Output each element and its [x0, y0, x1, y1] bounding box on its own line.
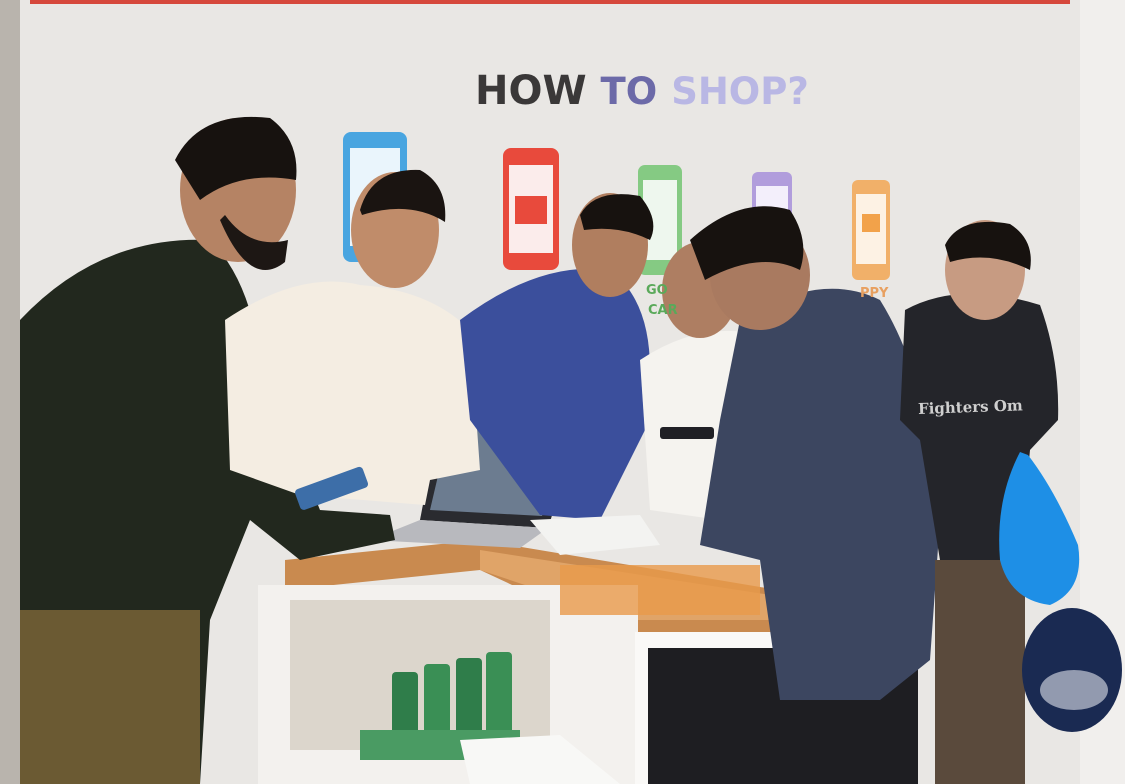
red-phone-box-icon — [503, 148, 559, 270]
orange-brochure — [560, 565, 760, 615]
top-red-strip — [30, 0, 1070, 4]
wall-fragment-cart: CAR — [648, 303, 678, 318]
sign-word-shop: SHOP? — [671, 70, 809, 113]
wall-fragment-happy: PPY — [860, 286, 889, 301]
wall-fragment-go: GO — [646, 283, 668, 298]
photo-scene: HOW TO SHOP? GO CAR PPY Fighters Om — [0, 0, 1125, 784]
motorcycle-helmet — [1022, 608, 1122, 732]
left-wall-edge — [0, 0, 20, 784]
sign-word-how: HOW — [475, 68, 587, 114]
how-to-shop-sign: HOW TO SHOP? — [475, 68, 809, 114]
sign-word-to: TO — [600, 70, 658, 113]
scene-illustration — [0, 0, 1125, 784]
orange-phone-icon — [852, 180, 890, 280]
phone-in-hand — [660, 427, 714, 439]
